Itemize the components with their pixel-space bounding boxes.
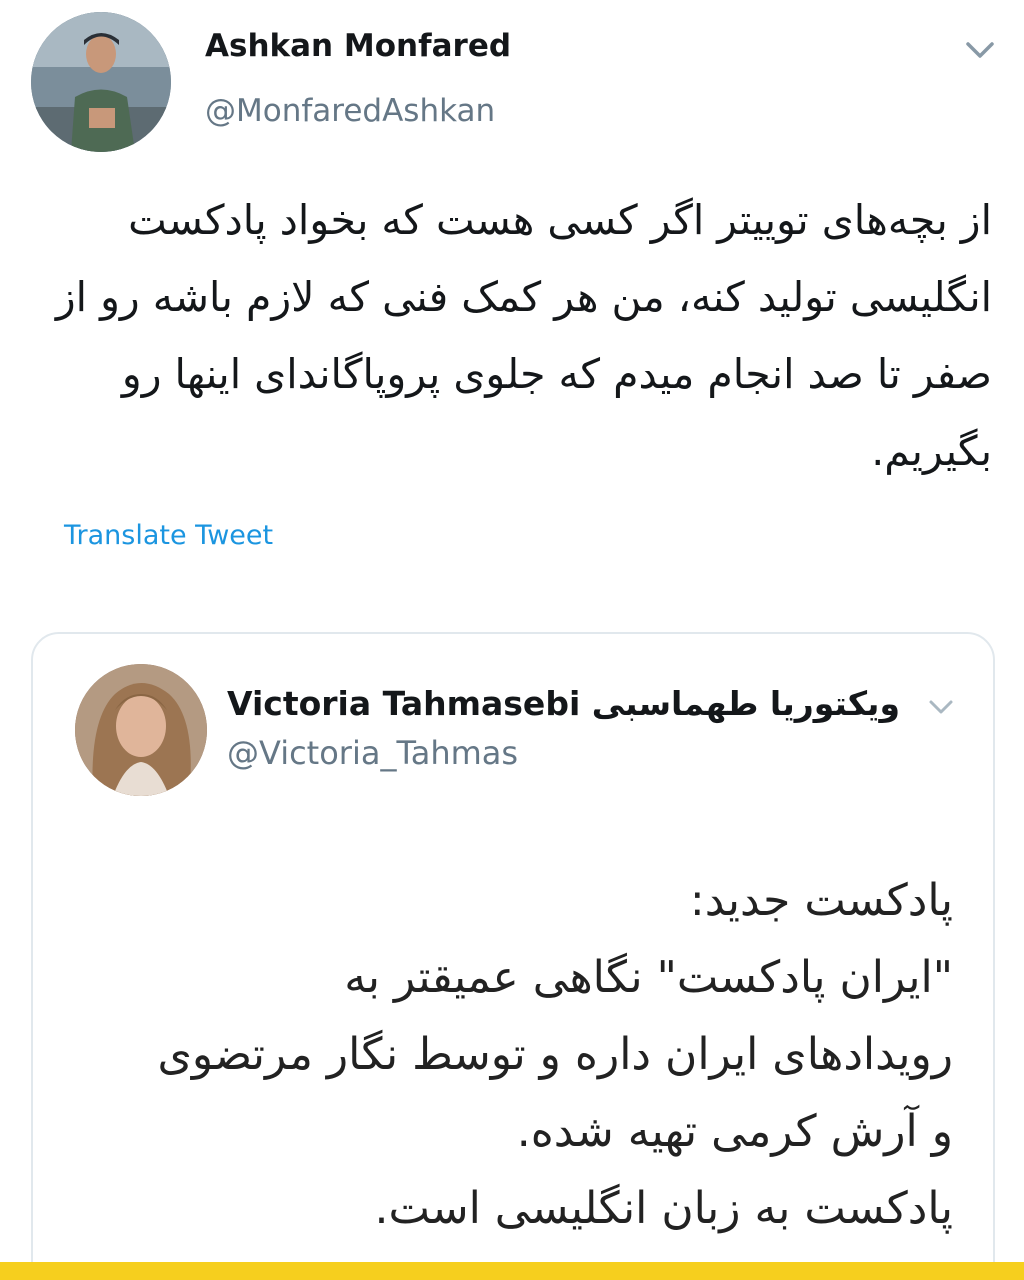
author-avatar[interactable] [31,12,171,152]
avatar-photo [75,664,207,796]
quoted-text-line: پادکست به زبان انگلیسی است. [374,1183,953,1234]
quoted-author-avatar[interactable] [75,664,207,796]
author-handle[interactable]: @MonfaredAshkan [205,93,495,129]
author-name[interactable]: Ashkan Monfared [205,28,511,64]
quoted-author-handle[interactable]: @Victoria_Tahmas [227,734,518,772]
quoted-text-line: "ایران پادکست" نگاهی عمیقتر به [344,952,953,1003]
chevron-down-icon[interactable] [923,692,959,722]
chevron-down-icon[interactable] [958,30,1002,70]
quoted-tweet-image-text: پادکست جدید: "ایران پادکست" نگاهی عمیقتر… [73,862,953,1247]
translate-tweet-link[interactable]: Translate Tweet [64,520,273,551]
tweet-text: از بچه‌های توییتر اگر کسی هست که بخواد پ… [55,196,992,475]
quoted-author-name[interactable]: Victoria Tahmasebi ویکتوریا طهماسبی [227,684,900,723]
bottom-highlight-bar [0,1262,1024,1280]
tweet-screen: Ashkan Monfared @MonfaredAshkan از بچه‌ه… [0,0,1024,1280]
quoted-text-line: پادکست جدید: [689,875,953,926]
quoted-tweet-card[interactable]: Victoria Tahmasebi ویکتوریا طهماسبی @Vic… [31,632,995,1280]
quoted-text-line: رویدادهای ایران داره و توسط نگار مرتضوی [157,1029,953,1080]
avatar-photo [31,12,171,152]
quoted-text-line: و آرش کرمی تهیه شده. [516,1106,953,1157]
